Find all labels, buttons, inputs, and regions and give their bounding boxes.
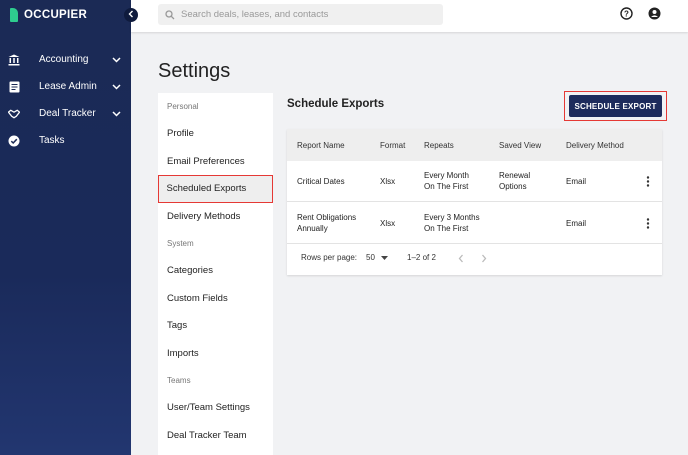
column-header-saved-view[interactable]: Saved View — [499, 141, 541, 150]
settings-item-profile[interactable]: Profile — [158, 120, 273, 148]
rows-per-page-select[interactable]: 50 — [366, 253, 389, 262]
more-options-icon[interactable] — [646, 176, 650, 189]
search-icon — [165, 9, 175, 20]
format-cell: Xlsx — [380, 219, 396, 228]
table-pagination: Rows per page: 50 1–2 of 2 — [287, 244, 662, 274]
delivery-method-cell: Email — [566, 219, 587, 228]
brand-logo[interactable]: OCCUPIER — [10, 8, 87, 22]
saved-view-cell: Renewal Options — [499, 171, 531, 191]
section-label-teams: Teams — [167, 376, 191, 385]
rows-per-page-label: Rows per page: — [301, 253, 358, 262]
column-header-repeats[interactable]: Repeats — [424, 141, 454, 150]
column-header-report-name[interactable]: Report Name — [297, 141, 345, 150]
settings-item-delivery-methods[interactable]: Delivery Methods — [158, 203, 273, 231]
chevron-down-icon — [112, 55, 121, 66]
svg-text:?: ? — [624, 9, 629, 18]
column-header-format[interactable]: Format — [380, 141, 405, 150]
settings-item-imports[interactable]: Imports — [158, 340, 273, 368]
page-title: Settings — [158, 60, 231, 82]
brand-name: OCCUPIER — [24, 9, 88, 21]
section-title: Schedule Exports — [287, 98, 385, 110]
repeats-cell: Every 3 Months On The First — [424, 213, 480, 233]
chevron-down-icon — [112, 109, 121, 120]
column-header-delivery-method[interactable]: Delivery Method — [566, 141, 624, 150]
chevron-down-icon — [112, 82, 121, 93]
dropdown-arrow-icon — [381, 256, 389, 260]
sidebar-item-deal-tracker[interactable]: Deal Tracker — [0, 100, 131, 127]
settings-item-user-team-settings[interactable]: User/Team Settings — [158, 394, 273, 422]
sidebar-item-accounting[interactable]: Accounting — [0, 46, 131, 73]
collapse-sidebar-button[interactable] — [124, 8, 138, 22]
sidebar: OCCUPIER Accounting Lease Admin Deal Tra… — [0, 0, 131, 455]
format-cell: Xlsx — [380, 177, 396, 186]
sidebar-item-label: Accounting — [39, 54, 89, 65]
settings-nav: Personal Profile Email Preferences Sched… — [158, 93, 273, 455]
sidebar-item-lease-admin[interactable]: Lease Admin — [0, 73, 131, 100]
delivery-method-cell: Email — [566, 177, 587, 186]
document-icon — [8, 81, 20, 93]
table-row[interactable]: Critical Dates Xlsx Every Month On The Fi… — [287, 161, 662, 202]
pagination-range: 1–2 of 2 — [407, 253, 436, 262]
sidebar-item-tasks[interactable]: Tasks — [0, 127, 131, 154]
repeats-cell: Every Month On The First — [424, 171, 469, 191]
sidebar-item-label: Tasks — [39, 135, 65, 146]
bank-icon — [8, 54, 20, 66]
table-header: Report Name Format Repeats Saved View De… — [287, 129, 662, 161]
search-input[interactable] — [181, 9, 431, 20]
sidebar-nav: Accounting Lease Admin Deal Tracker Task… — [0, 46, 131, 154]
settings-item-categories[interactable]: Categories — [158, 257, 273, 285]
settings-item-scheduled-exports[interactable]: Scheduled Exports — [158, 175, 273, 203]
account-icon[interactable] — [648, 7, 661, 25]
next-page-icon[interactable] — [481, 254, 487, 265]
previous-page-icon[interactable] — [458, 254, 464, 265]
exports-table: Report Name Format Repeats Saved View De… — [287, 129, 662, 275]
report-name-cell: Critical Dates — [297, 177, 345, 186]
section-label-system: System — [167, 239, 194, 248]
settings-item-email-preferences[interactable]: Email Preferences — [158, 148, 273, 176]
top-bar: ? — [131, 0, 688, 32]
settings-item-deal-tracker-team[interactable]: Deal Tracker Team — [158, 422, 273, 450]
search-box[interactable] — [158, 4, 443, 25]
settings-item-custom-fields[interactable]: Custom Fields — [158, 285, 273, 313]
table-row[interactable]: Rent Obligations Annually Xlsx Every 3 Mo… — [287, 203, 662, 244]
report-name-cell: Rent Obligations Annually — [297, 213, 357, 233]
schedule-export-button[interactable]: SCHEDULE EXPORT — [569, 95, 662, 117]
settings-item-tags[interactable]: Tags — [158, 312, 273, 340]
more-options-icon[interactable] — [646, 218, 650, 231]
handshake-icon — [8, 108, 20, 120]
section-label-personal: Personal — [167, 102, 199, 111]
chevron-left-icon — [128, 10, 133, 18]
sidebar-item-label: Lease Admin — [39, 81, 97, 92]
sidebar-item-label: Deal Tracker — [39, 108, 96, 119]
help-icon[interactable]: ? — [620, 7, 633, 25]
occupier-logo-icon — [10, 8, 18, 22]
check-circle-icon — [8, 135, 20, 147]
